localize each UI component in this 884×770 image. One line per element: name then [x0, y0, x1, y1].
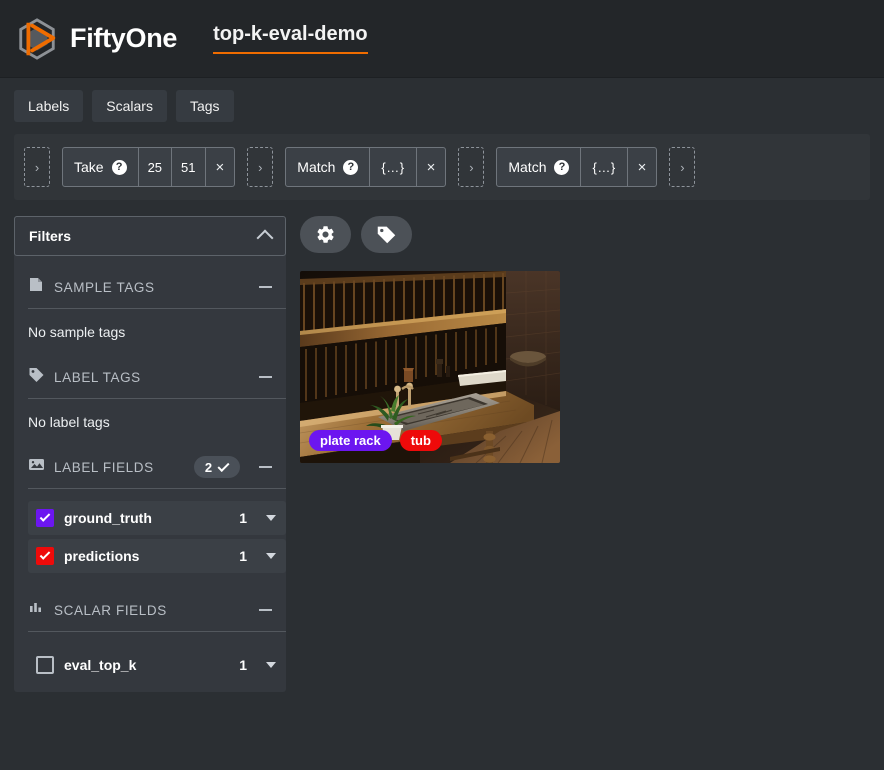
label-pill-plate-rack[interactable]: plate rack [309, 430, 392, 451]
body: Filters SAMPLE TAGS No sample tags LABEL… [0, 200, 884, 692]
section-label-tags: LABEL TAGS No label tags [14, 362, 286, 452]
check-icon [217, 459, 230, 472]
section-sample-tags: SAMPLE TAGS No sample tags [14, 272, 286, 362]
chevron-up-icon[interactable] [256, 229, 274, 247]
collapse-icon[interactable] [259, 466, 272, 468]
label-fields-selected-count: 2 [204, 459, 213, 475]
sample-grid-panel: plate rack tub [300, 216, 870, 463]
add-stage-button-2[interactable]: › [458, 147, 485, 187]
add-stage-button-1[interactable]: › [247, 147, 274, 187]
tab-labels[interactable]: Labels [14, 89, 84, 123]
checkbox-eval-top-k[interactable] [36, 656, 54, 674]
page-icon [28, 276, 45, 298]
view-stage-match-2-name[interactable]: Match ? [497, 148, 582, 186]
view-bar: › Take ? 25 51 × › Match ? {…} × › Match [14, 134, 870, 200]
label-field-row-predictions[interactable]: predictions 1 [28, 539, 286, 573]
label-fields-title: LABEL FIELDS [54, 459, 154, 475]
add-stage-button-0[interactable]: › [24, 147, 50, 187]
view-stage-take-param-1[interactable]: 51 [172, 148, 206, 186]
brand-title: FiftyOne [70, 23, 178, 53]
bar-chart-icon [28, 599, 45, 621]
tab-tags[interactable]: Tags [175, 89, 234, 123]
view-stage-take-label: Take [74, 159, 104, 175]
chevron-down-icon[interactable] [266, 553, 276, 559]
add-stage-button-3[interactable]: › [669, 147, 696, 187]
collapse-icon[interactable] [259, 286, 272, 288]
view-stage-match-1[interactable]: Match ? {…} × [285, 147, 447, 187]
settings-button[interactable] [300, 216, 351, 253]
label-tags-title: LABEL TAGS [54, 369, 141, 385]
collapse-icon[interactable] [259, 376, 272, 378]
help-icon[interactable]: ? [343, 159, 359, 175]
filters-panel-header[interactable]: Filters [14, 216, 286, 256]
scalar-fields-header[interactable]: SCALAR FIELDS [28, 595, 286, 625]
section-scalar-fields: SCALAR FIELDS eval_top_k 1 [14, 595, 286, 682]
tag-icon [28, 366, 45, 388]
help-icon[interactable]: ? [554, 159, 570, 175]
view-bar-container: › Take ? 25 51 × › Match ? {…} × › Match [0, 134, 884, 200]
checkbox-ground-truth[interactable] [36, 509, 54, 527]
scalar-fields-title: SCALAR FIELDS [54, 602, 167, 618]
sample-label-pills: plate rack tub [309, 430, 442, 451]
chevron-down-icon[interactable] [266, 515, 276, 521]
section-label-fields: LABEL FIELDS 2 ground_truth 1 prediction… [14, 452, 286, 573]
label-fields-header[interactable]: LABEL FIELDS 2 [28, 452, 286, 482]
view-stage-take-name[interactable]: Take ? [63, 148, 139, 186]
close-icon[interactable]: × [206, 148, 235, 186]
view-stage-match-2-label: Match [508, 159, 547, 175]
tab-bar: Labels Scalars Tags [0, 78, 884, 134]
view-stage-match-2[interactable]: Match ? {…} × [496, 147, 658, 187]
label-tags-header[interactable]: LABEL TAGS [28, 362, 286, 392]
label-field-name: ground_truth [64, 510, 152, 526]
scalar-field-row-eval-top-k[interactable]: eval_top_k 1 [28, 648, 286, 682]
chevron-down-icon[interactable] [266, 662, 276, 668]
view-stage-match-1-label: Match [297, 159, 336, 175]
sample-tags-title: SAMPLE TAGS [54, 279, 155, 295]
label-field-count: 1 [239, 548, 247, 564]
label-pill-tub[interactable]: tub [399, 430, 442, 451]
tab-scalars[interactable]: Scalars [92, 89, 167, 123]
sample-tags-header[interactable]: SAMPLE TAGS [28, 272, 286, 302]
close-icon[interactable]: × [417, 148, 446, 186]
view-stage-match-2-param-0[interactable]: {…} [581, 148, 628, 186]
view-stage-take[interactable]: Take ? 25 51 × [62, 147, 236, 187]
filters-sidebar: Filters SAMPLE TAGS No sample tags LABEL… [14, 216, 286, 692]
grid-toolbar [300, 216, 870, 253]
help-icon[interactable]: ? [111, 159, 127, 175]
fiftyone-logo-icon[interactable] [14, 16, 60, 62]
label-field-name: predictions [64, 548, 140, 564]
image-icon [28, 456, 45, 478]
collapse-icon[interactable] [259, 609, 272, 611]
dataset-name[interactable]: top-k-eval-demo [213, 23, 368, 54]
scalar-field-name: eval_top_k [64, 657, 137, 673]
label-fields-selected-badge[interactable]: 2 [194, 456, 240, 478]
close-icon[interactable]: × [628, 148, 657, 186]
view-stage-take-param-0[interactable]: 25 [139, 148, 173, 186]
sample-tags-empty: No sample tags [28, 324, 126, 340]
label-field-row-ground-truth[interactable]: ground_truth 1 [28, 501, 286, 535]
scalar-field-count: 1 [239, 657, 247, 673]
sample-card[interactable]: plate rack tub [300, 271, 560, 463]
filters-label: Filters [29, 228, 72, 244]
app-header: FiftyOne top-k-eval-demo [0, 0, 884, 78]
view-stage-match-1-name[interactable]: Match ? [286, 148, 371, 186]
label-field-count: 1 [239, 510, 247, 526]
checkbox-predictions[interactable] [36, 547, 54, 565]
view-stage-match-1-param-0[interactable]: {…} [370, 148, 417, 186]
label-tags-empty: No label tags [28, 414, 110, 430]
tag-button[interactable] [361, 216, 412, 253]
